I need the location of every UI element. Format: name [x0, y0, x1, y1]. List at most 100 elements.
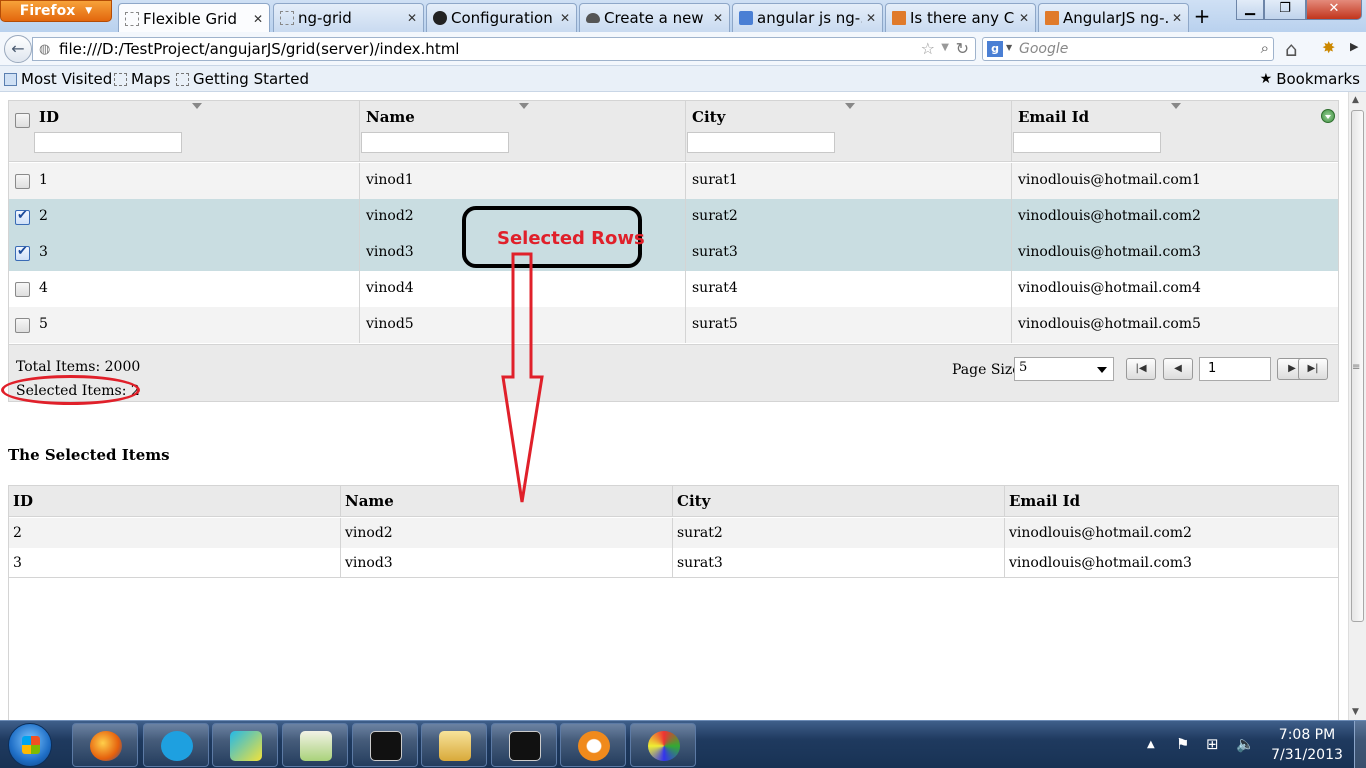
search-icon[interactable]: ⌕	[1261, 39, 1269, 57]
first-page-button[interactable]: |◀	[1126, 358, 1156, 380]
table-row[interactable]: 5 vinod5 surat5 vinodlouis@hotmail.com5	[9, 307, 1338, 343]
table-row: 3 vinod3 surat3 vinodlouis@hotmail.com3	[9, 548, 1338, 578]
globe-icon: ◍	[39, 42, 51, 57]
google-icon[interactable]: g	[987, 41, 1003, 57]
home-icon[interactable]: ⌂	[1285, 37, 1298, 61]
tab-configuration[interactable]: Configuration ... ✕	[426, 3, 577, 32]
reload-icon[interactable]: ↻	[956, 39, 969, 58]
close-icon[interactable]: ✕	[560, 11, 570, 25]
close-icon[interactable]: ✕	[253, 12, 263, 26]
taskbar-clock[interactable]: 7:08 PM 7/31/2013	[1262, 725, 1352, 765]
filter-input-id[interactable]	[34, 132, 182, 153]
chevron-down-icon[interactable]: ▼	[941, 42, 949, 53]
tab-label: angular js ng-...	[757, 9, 862, 27]
scroll-down-icon[interactable]: ▼	[1352, 707, 1359, 717]
star-icon: ★	[1259, 71, 1273, 87]
bookmarks-menu-button[interactable]: ★ Bookmarks	[1260, 70, 1360, 88]
back-arrow-icon[interactable]: ←	[4, 35, 32, 63]
chevron-down-icon: ▼	[85, 6, 93, 16]
sort-arrow-icon[interactable]	[1171, 103, 1181, 109]
window-close-button[interactable]: ✕	[1306, 0, 1362, 20]
sort-arrow-icon[interactable]	[845, 103, 855, 109]
sort-arrow-icon[interactable]	[519, 103, 529, 109]
sort-arrow-icon[interactable]	[192, 103, 202, 109]
table-row[interactable]: 3 vinod3 surat3 vinodlouis@hotmail.com3	[9, 235, 1338, 271]
table-row[interactable]: 4 vinod4 surat4 vinodlouis@hotmail.com4	[9, 271, 1338, 307]
google-icon	[739, 11, 753, 25]
new-tab-button[interactable]: +	[1190, 5, 1214, 29]
row-checkbox[interactable]	[15, 244, 30, 261]
network-icon[interactable]: ⊞	[1206, 735, 1219, 753]
table-row[interactable]: 1 vinod1 surat1 vinodlouis@hotmail.com1	[9, 163, 1338, 199]
bookmark-getting-started[interactable]: Getting Started	[176, 70, 309, 88]
page-number-input[interactable]: 1	[1199, 357, 1271, 381]
close-icon[interactable]: ✕	[1019, 11, 1029, 25]
minimize-button[interactable]: ▁	[1236, 0, 1264, 20]
taskbar-cmd[interactable]	[352, 723, 418, 767]
column-menu-icon[interactable]	[1321, 109, 1335, 123]
taskbar-cmd-2[interactable]	[491, 723, 557, 767]
taskbar-skype[interactable]	[143, 723, 209, 767]
bookmark-most-visited[interactable]: Most Visited	[4, 70, 112, 88]
taskbar-firefox[interactable]	[72, 723, 138, 767]
column-header-name[interactable]: Name	[360, 101, 686, 162]
show-desktop-button[interactable]	[1354, 721, 1366, 768]
column-header-city[interactable]: City	[686, 101, 1012, 162]
vertical-scrollbar[interactable]: ▲ ≡ ▼	[1348, 92, 1366, 720]
cell-id: 4	[33, 271, 360, 307]
column-header-email[interactable]: Email Id	[1012, 101, 1338, 162]
taskbar-paint[interactable]	[630, 723, 696, 767]
row-checkbox[interactable]	[15, 318, 30, 333]
taskbar-notepad-plus-plus[interactable]	[282, 723, 348, 767]
blank-page-icon	[114, 72, 127, 86]
cell-email: vinodlouis@hotmail.com3	[1018, 244, 1201, 260]
addon-icon[interactable]: ✸	[1322, 38, 1335, 57]
filter-input-email[interactable]	[1013, 132, 1161, 153]
blank-page-icon	[176, 72, 189, 86]
tab-flexible-grid[interactable]: Flexible Grid ✕	[118, 3, 270, 33]
select-all-checkbox[interactable]	[15, 113, 30, 128]
filter-input-name[interactable]	[361, 132, 509, 153]
previous-page-button[interactable]: ◀	[1163, 358, 1193, 380]
volume-icon[interactable]: 🔈	[1236, 735, 1255, 753]
taskbar-webstorm[interactable]	[212, 723, 278, 767]
column-header-id[interactable]: ID	[33, 101, 360, 162]
firefox-menu-button[interactable]: Firefox ▼	[0, 0, 112, 22]
close-icon[interactable]: ✕	[407, 11, 417, 25]
tab-angularjs-ng[interactable]: AngularJS ng-... ✕	[1038, 3, 1189, 32]
close-icon[interactable]: ✕	[1172, 11, 1182, 25]
search-input[interactable]: Google	[1019, 41, 1068, 57]
tab-ng-grid[interactable]: ng-grid ✕	[273, 3, 424, 32]
page-size-select[interactable]: 5	[1014, 357, 1114, 381]
url-bar[interactable]: ◍ file:///D:/TestProject/angujarJS/grid(…	[32, 37, 976, 61]
maximize-button[interactable]: ❐	[1264, 0, 1306, 20]
close-icon[interactable]: ✕	[866, 11, 876, 25]
data-grid: ID Name City Email Id 1 vinod1 surat1 vi…	[8, 100, 1339, 402]
bookmark-star-icon[interactable]: ☆	[921, 39, 935, 58]
last-page-button[interactable]: ▶|	[1298, 358, 1328, 380]
url-text[interactable]: file:///D:/TestProject/angujarJS/grid(se…	[59, 40, 459, 58]
tab-is-there-any[interactable]: Is there any Ca... ✕	[885, 3, 1036, 32]
table-row[interactable]: 2 vinod2 surat2 vinodlouis@hotmail.com2	[9, 199, 1338, 235]
scroll-up-icon[interactable]: ▲	[1352, 95, 1359, 105]
close-icon[interactable]: ✕	[713, 11, 723, 25]
search-bar[interactable]: g ▼ Google ⌕	[982, 37, 1274, 61]
taskbar-explorer[interactable]	[421, 723, 487, 767]
tab-angular-js-ng[interactable]: angular js ng-... ✕	[732, 3, 883, 32]
taskbar-media-player[interactable]	[560, 723, 626, 767]
bookmark-maps[interactable]: Maps	[114, 70, 170, 88]
tab-create-new[interactable]: Create a new F... ✕	[579, 3, 730, 32]
chevron-down-icon[interactable]: ▼	[1006, 43, 1012, 52]
column-header-id: ID	[9, 486, 341, 517]
filter-input-city[interactable]	[687, 132, 835, 153]
action-center-flag-icon[interactable]: ⚑	[1176, 735, 1189, 753]
bookmark-label: Most Visited	[21, 70, 113, 88]
notepad-plus-plus-icon	[300, 731, 332, 761]
start-button[interactable]	[8, 723, 52, 767]
show-hidden-icons-icon[interactable]: ▲	[1147, 739, 1155, 750]
chevron-right-icon[interactable]: ▶	[1350, 40, 1358, 53]
row-checkbox[interactable]	[15, 174, 30, 189]
column-title: Name	[366, 108, 415, 126]
row-checkbox[interactable]	[15, 208, 30, 225]
row-checkbox[interactable]	[15, 282, 30, 297]
